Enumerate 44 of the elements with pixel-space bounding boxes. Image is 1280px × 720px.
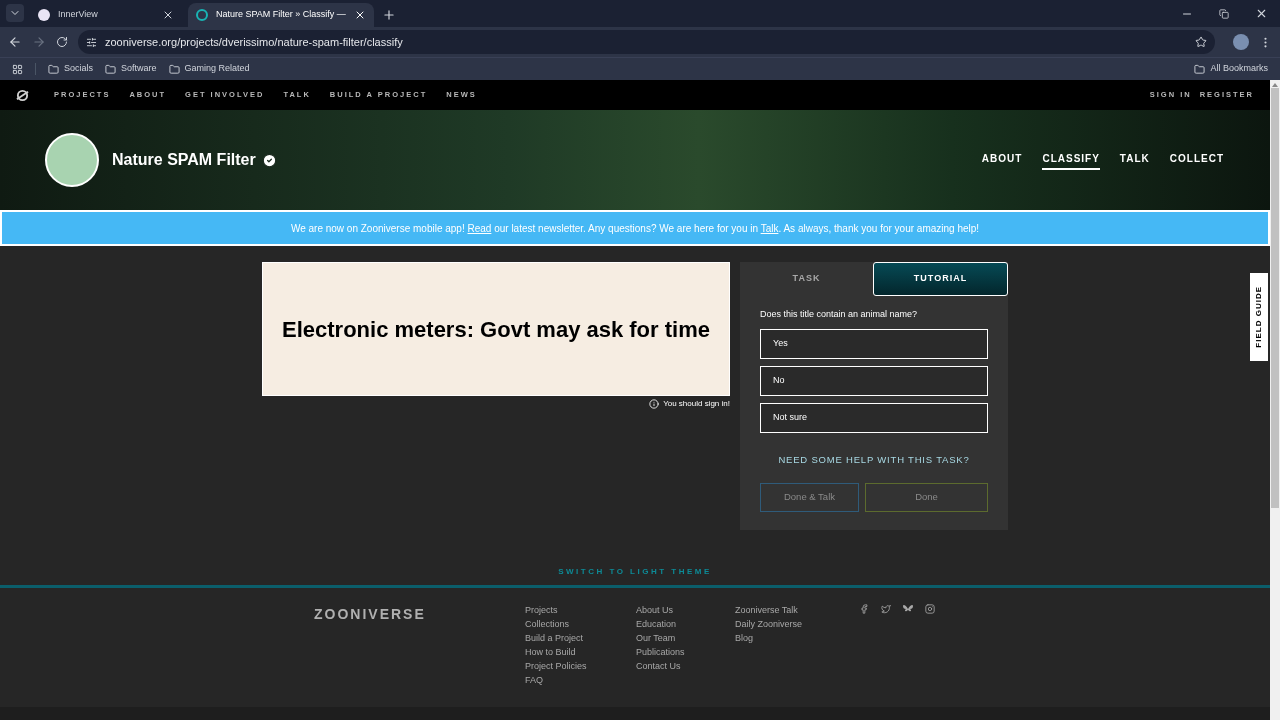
project-title: Nature SPAM Filter [112, 150, 256, 170]
panel-tab[interactable]: TUTORIAL [873, 262, 1008, 296]
footer-link[interactable]: Education [636, 618, 735, 631]
theme-toggle-link[interactable]: SWITCH TO LIGHT THEME [558, 566, 712, 580]
footer-link[interactable]: FAQ [525, 674, 636, 687]
field-guide-tab[interactable]: FIELD GUIDE [1250, 273, 1268, 361]
browser-tab[interactable]: InnerView [30, 3, 182, 27]
url-text: zooniverse.org/projects/dverissimo/nature-spam-filter/classify [105, 34, 403, 50]
project-nav-link[interactable]: CLASSIFY [1042, 150, 1100, 170]
footer-link[interactable]: Projects [525, 604, 636, 617]
tab-title: Nature SPAM Filter » Classify — [216, 8, 346, 22]
panel-tab[interactable]: TASK [740, 262, 873, 296]
footer-link[interactable]: About Us [636, 604, 735, 617]
footer-link[interactable]: Collections [525, 618, 636, 631]
browser-tab[interactable]: Nature SPAM Filter » Classify — [188, 3, 374, 27]
footer-link[interactable]: Blog [735, 632, 859, 645]
footer-link[interactable]: Project Policies [525, 660, 636, 673]
footer-link[interactable]: Publications [636, 646, 735, 659]
answer-option[interactable]: Yes [760, 328, 988, 359]
help-link[interactable]: NEED SOME HELP WITH THIS TASK? [778, 452, 970, 467]
project-nav-link[interactable]: COLLECT [1169, 150, 1224, 170]
bookmark-folder[interactable]: Software [105, 62, 157, 76]
answer-option[interactable]: Not sure [760, 402, 988, 433]
footer-link[interactable]: Daily Zooniverse [735, 618, 859, 631]
answer-option[interactable]: No [760, 365, 988, 396]
sign-in-notice: You should sign in! [663, 398, 730, 410]
footer-link[interactable]: How to Build [525, 646, 636, 659]
footer-link[interactable]: Our Team [636, 632, 735, 645]
bookmark-folder[interactable]: All Bookmarks [1194, 62, 1268, 76]
bookmark-folder[interactable]: Socials [48, 62, 93, 76]
banner-text: . As always, thank you for your amazing help! [778, 222, 980, 234]
task-question: Does this title contain an animal name? [760, 308, 919, 321]
bookmark-folder[interactable]: Gaming Related [168, 62, 250, 76]
banner-text: our latest newsletter. Any questions? We are here for you in [493, 222, 760, 234]
project-nav-link[interactable]: ABOUT [981, 150, 1023, 170]
project-nav-link[interactable]: TALK [1119, 150, 1150, 170]
subject-text: Electronic meters: Govt may ask for time [282, 315, 710, 344]
footer-link[interactable]: Contact Us [636, 660, 735, 673]
footer-logo[interactable]: ZOONIVERSE [314, 604, 525, 620]
banner-text: We are now on Zooniverse mobile app! [290, 222, 466, 234]
footer-link[interactable]: Zooniverse Talk [735, 604, 859, 617]
tab-title: InnerView [58, 8, 99, 22]
address-bar[interactable]: zooniverse.org/projects/dverissimo/nature-spam-filter/classify [78, 30, 1215, 54]
footer-link[interactable]: Build a Project [525, 632, 636, 645]
